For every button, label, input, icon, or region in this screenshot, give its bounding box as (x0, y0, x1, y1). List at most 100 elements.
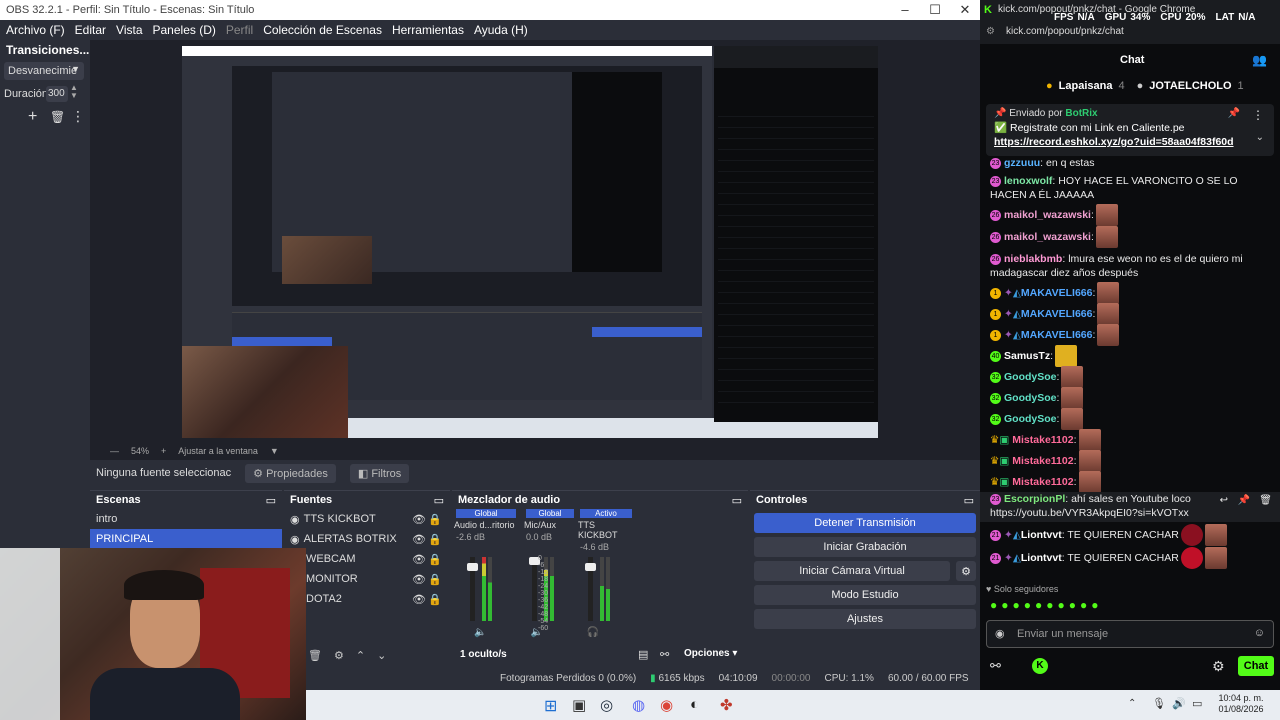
discord-icon[interactable]: ◍ (632, 696, 645, 714)
eye-icon[interactable]: 👁 (412, 593, 426, 606)
studio-mode-button[interactable]: Modo Estudio (754, 585, 976, 605)
pinned-link[interactable]: https://record.eshkol.xyz/go?uid=58aa04f… (994, 136, 1266, 148)
volume-slider-track[interactable] (532, 557, 537, 621)
emoji-icon[interactable]: ☺ (1254, 627, 1265, 639)
emote-icon[interactable]: ● (1024, 598, 1031, 612)
kick-coin-icon[interactable]: K (1032, 658, 1048, 674)
preview-canvas[interactable] (182, 46, 878, 438)
chat-username[interactable]: lenoxwolf (1004, 175, 1052, 187)
task-view-icon[interactable]: ▣ (572, 696, 586, 714)
eye-icon[interactable]: 👁 (412, 553, 426, 566)
filters-button[interactable]: ◧ Filtros (349, 463, 410, 483)
trash-icon[interactable]: 🗑 (50, 110, 65, 124)
source-item[interactable]: WEBCAM 👁 🔒 (284, 549, 450, 569)
emote-icon[interactable]: ● (1080, 598, 1087, 612)
speaker-icon[interactable]: 🔈 (474, 627, 486, 638)
lock-icon[interactable]: 🔒 (428, 553, 442, 566)
chat-username[interactable]: maikol_wazawski (1004, 231, 1091, 243)
windows-start-icon[interactable]: ⊞ (544, 696, 557, 716)
settings-button[interactable]: Ajustes (754, 609, 976, 629)
scene-item-selected[interactable]: PRINCIPAL (90, 529, 282, 549)
stop-stream-button[interactable]: Detener Transmisión (754, 513, 976, 533)
undock-icon[interactable]: ▭ (266, 494, 276, 507)
fit-window[interactable]: Ajustar a la ventana (178, 446, 258, 456)
site-info-icon[interactable]: ⚙ (986, 26, 995, 37)
gear-icon[interactable]: ⚙ (956, 561, 976, 581)
lock-icon[interactable]: 🔒 (428, 593, 442, 606)
menu-help[interactable]: Ayuda (H) (474, 23, 528, 37)
duration-input[interactable]: 300 (46, 86, 68, 102)
chat-username[interactable]: Liontvvt (1021, 552, 1062, 564)
maximize-icon[interactable]: ☐ (920, 2, 950, 18)
chat-username[interactable]: GoodySoe (1004, 371, 1057, 383)
volume-slider-handle[interactable] (585, 563, 596, 571)
chat-username[interactable]: Mistake1102 (1012, 434, 1073, 446)
menu-tools[interactable]: Herramientas (392, 23, 464, 37)
source-item[interactable]: ◉ TTS KICKBOT 👁 🔒 (284, 509, 450, 529)
obs-icon[interactable]: ◐ (690, 696, 699, 713)
source-item[interactable]: DOTA2 👁 🔒 (284, 589, 450, 609)
add-icon[interactable]: + (28, 108, 37, 126)
unpin-icon[interactable]: 📌 (1228, 108, 1240, 119)
chat-username[interactable]: GoodySoe (1004, 413, 1057, 425)
undock-icon[interactable]: ▭ (434, 494, 444, 507)
eye-icon[interactable]: 👁 (412, 513, 426, 526)
link-icon[interactable]: ⚯ (660, 648, 669, 661)
emote-icon[interactable]: ● (1091, 598, 1098, 612)
chat-username[interactable]: Mistake1102 (1012, 476, 1073, 488)
chat-username[interactable]: gzzuuu (1004, 157, 1040, 169)
duration-stepper[interactable]: ▲ ▼ (70, 84, 78, 100)
menu-edit[interactable]: Editar (75, 23, 106, 37)
speaker-icon[interactable]: 🔈 (530, 627, 542, 638)
clock[interactable]: 10:04 p. m. 01/08/2026 (1218, 693, 1264, 715)
volume-icon[interactable]: 🔊 (1172, 697, 1186, 710)
more-icon[interactable]: ⋮ (71, 108, 85, 125)
eye-icon[interactable]: 👁 (412, 573, 426, 586)
source-item[interactable]: MONITOR 👁 🔒 (284, 569, 450, 589)
mic-icon[interactable]: 🎙 (1152, 697, 1166, 710)
trash-icon[interactable]: 🗑 (308, 649, 322, 662)
eye-icon[interactable]: 👁 (412, 533, 426, 546)
battery-icon[interactable]: ▭ (1192, 697, 1202, 710)
chat-username[interactable]: EscorpionPl (1004, 493, 1065, 505)
chat-username[interactable]: MAKAVELI666 (1021, 329, 1093, 341)
gear-icon[interactable]: ⚙ (1212, 658, 1225, 675)
address-bar[interactable]: kick.com/popout/pnkz/chat (1006, 26, 1124, 37)
collapse-chevron-icon[interactable]: ⌄ (1256, 132, 1264, 143)
close-icon[interactable]: ✕ (950, 2, 980, 18)
scene-item[interactable]: intro (90, 509, 282, 529)
emote-icon[interactable]: ● (990, 598, 997, 612)
tray-chevron-icon[interactable]: ⌃ (1128, 698, 1136, 709)
virtual-cam-button[interactable]: Iniciar Cámara Virtual (754, 561, 950, 581)
properties-button[interactable]: ⚙ Propiedades (245, 463, 336, 483)
zoom-out-icon[interactable]: — (110, 446, 119, 456)
gear-icon[interactable]: ⚙ (334, 649, 344, 662)
menu-view[interactable]: Vista (116, 23, 142, 37)
mixer-options-button[interactable]: Opciones ▾ (684, 648, 737, 659)
undock-icon[interactable]: ▭ (732, 494, 742, 507)
chat-username[interactable]: GoodySoe (1004, 392, 1057, 404)
lock-icon[interactable]: 🔒 (428, 533, 442, 546)
chat-message-hovered[interactable]: 23 EscorpionPl: ahí sales en Youtube loco… (980, 492, 1280, 522)
chat-input[interactable]: ◉ Enviar un mensaje ☺ (986, 620, 1274, 648)
pinned-message[interactable]: 📌 Enviado por BotRix ✅ Registrate con mi… (986, 104, 1274, 156)
move-up-icon[interactable]: ⌃ (356, 649, 365, 662)
headphones-icon[interactable]: 🎧 (587, 627, 599, 638)
app-icon[interactable]: ✤ (720, 696, 733, 714)
users-icon[interactable]: 👥 (1252, 53, 1267, 67)
emote-icon[interactable]: ● (1013, 598, 1020, 612)
minimize-icon[interactable]: – (890, 2, 920, 18)
menu-profile[interactable]: Perfil (226, 23, 253, 37)
undock-icon[interactable]: ▭ (964, 494, 974, 507)
trash-icon[interactable]: 🗑 (1259, 494, 1272, 508)
chat-username[interactable]: nieblakbmb (1004, 253, 1062, 265)
lock-icon[interactable]: 🔒 (428, 513, 442, 526)
pin-icon[interactable]: 📌 (1238, 494, 1250, 508)
layout-icon[interactable]: ▤ (638, 648, 648, 661)
chat-username[interactable]: maikol_wazawski (1004, 209, 1091, 221)
chat-username[interactable]: Mistake1102 (1012, 455, 1073, 467)
reply-icon[interactable]: ↩ (1220, 494, 1228, 508)
steam-icon[interactable]: ◎ (600, 696, 613, 714)
emote-icon[interactable]: ● (1069, 598, 1076, 612)
emote-icon[interactable]: ● (1046, 598, 1053, 612)
